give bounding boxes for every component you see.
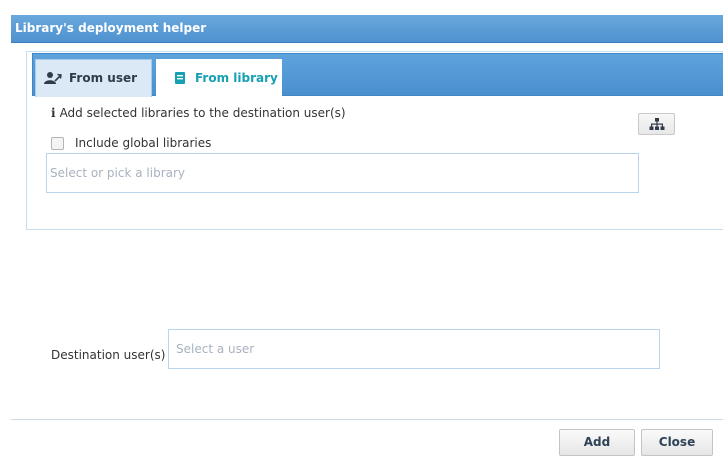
include-global-label[interactable]: Include global libraries bbox=[75, 136, 211, 150]
dialog-title: Library's deployment helper bbox=[15, 21, 207, 35]
destination-user-placeholder: Select a user bbox=[176, 342, 255, 356]
library-picker-button[interactable] bbox=[638, 113, 675, 135]
info-text: Add selected libraries to the destinatio… bbox=[59, 106, 346, 120]
footer-divider bbox=[11, 419, 723, 420]
tab-from-library-label: From library bbox=[195, 71, 278, 85]
book-icon bbox=[174, 71, 186, 88]
close-button[interactable]: Close bbox=[641, 429, 713, 456]
tab-from-user[interactable]: From user bbox=[35, 59, 152, 97]
add-button[interactable]: Add bbox=[559, 429, 635, 456]
info-icon: i bbox=[51, 106, 56, 120]
destination-user-input[interactable]: Select a user bbox=[168, 329, 660, 369]
user-arrow-icon bbox=[44, 71, 62, 88]
info-line: i Add selected libraries to the destinati… bbox=[51, 106, 346, 120]
tab-strip: From user From library bbox=[32, 53, 723, 98]
tab-from-library[interactable]: From library bbox=[156, 59, 282, 98]
destination-users-label: Destination user(s) bbox=[51, 348, 166, 362]
deployment-helper-dialog: Library's deployment helper From user Fr… bbox=[0, 0, 723, 463]
hierarchy-icon bbox=[649, 118, 665, 134]
include-global-checkbox[interactable] bbox=[51, 137, 64, 150]
library-select-placeholder: Select or pick a library bbox=[50, 166, 186, 180]
dialog-header: Library's deployment helper bbox=[11, 15, 723, 43]
tab-from-user-label: From user bbox=[69, 71, 138, 85]
tab-panel: From user From library i Add selected lib… bbox=[26, 51, 723, 230]
library-select-input[interactable]: Select or pick a library bbox=[46, 153, 639, 193]
